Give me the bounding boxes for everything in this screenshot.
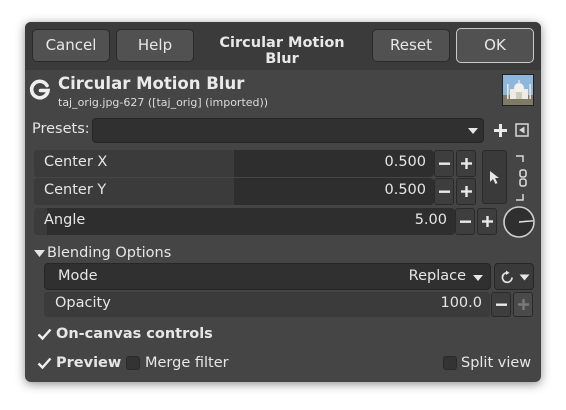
angle-value: 5.00 bbox=[414, 212, 447, 228]
merge-filter-checkbox[interactable] bbox=[126, 356, 140, 370]
center-y-value: 0.500 bbox=[384, 182, 426, 198]
center-y-decrease-button[interactable] bbox=[434, 178, 454, 205]
mode-value: Replace bbox=[408, 268, 466, 284]
mode-combo[interactable]: Mode Replace bbox=[44, 263, 491, 290]
image-thumbnail bbox=[502, 74, 534, 106]
chevron-down-icon bbox=[519, 274, 530, 281]
add-preset-icon[interactable] bbox=[493, 123, 508, 138]
opacity-value: 100.0 bbox=[440, 295, 482, 311]
chevron-down-icon bbox=[468, 128, 478, 134]
on-canvas-label[interactable]: On-canvas controls bbox=[56, 326, 213, 342]
image-subtitle: taj_orig.jpg-627 ([taj_orig] (imported)) bbox=[58, 96, 269, 109]
presets-combo[interactable] bbox=[92, 118, 484, 143]
angle-label: Angle bbox=[44, 212, 86, 228]
ok-button[interactable]: OK bbox=[456, 28, 534, 63]
blending-options-expander[interactable]: Blending Options bbox=[47, 245, 171, 261]
presets-label: Presets: bbox=[32, 121, 90, 137]
dialog-header: Cancel Help Circular Motion Blur Reset O… bbox=[25, 22, 541, 70]
center-x-decrease-button[interactable] bbox=[434, 150, 454, 177]
angle-increase-button[interactable] bbox=[477, 208, 497, 235]
on-canvas-checkbox[interactable] bbox=[37, 328, 52, 341]
center-x-label: Center X bbox=[44, 154, 108, 170]
preview-label[interactable]: Preview bbox=[56, 355, 121, 371]
split-view-checkbox[interactable] bbox=[443, 356, 457, 370]
chain-link-icon[interactable] bbox=[514, 155, 528, 201]
center-x-increase-button[interactable] bbox=[456, 150, 476, 177]
opacity-increase-button[interactable] bbox=[513, 292, 533, 317]
rotate-reset-icon bbox=[501, 270, 513, 284]
pick-center-button[interactable] bbox=[482, 150, 507, 204]
preview-checkbox[interactable] bbox=[37, 357, 52, 370]
chevron-down-icon bbox=[473, 275, 483, 281]
center-x-spinscale[interactable]: Center X 0.500 bbox=[34, 150, 434, 177]
merge-filter-label[interactable]: Merge filter bbox=[145, 355, 229, 371]
opacity-label: Opacity bbox=[55, 295, 111, 311]
angle-decrease-button[interactable] bbox=[455, 208, 475, 235]
help-button[interactable]: Help bbox=[116, 29, 194, 62]
plus-icon bbox=[461, 186, 472, 197]
mode-label: Mode bbox=[58, 268, 98, 284]
reset-button[interactable]: Reset bbox=[372, 29, 450, 62]
plus-icon bbox=[518, 299, 529, 310]
presets-menu-icon[interactable] bbox=[515, 123, 529, 137]
mode-reset-dropdown[interactable] bbox=[494, 263, 534, 290]
split-view-label[interactable]: Split view bbox=[461, 355, 531, 371]
dialog-title: Circular Motion Blur bbox=[219, 35, 345, 67]
arrow-pointer-icon bbox=[490, 171, 499, 184]
center-x-value: 0.500 bbox=[384, 154, 426, 170]
center-y-increase-button[interactable] bbox=[456, 178, 476, 205]
gegl-logo-icon bbox=[29, 79, 51, 100]
tool-title: Circular Motion Blur bbox=[58, 74, 245, 93]
angle-dial-icon[interactable] bbox=[502, 205, 536, 239]
expander-arrow-icon[interactable] bbox=[34, 249, 45, 258]
plus-icon bbox=[482, 216, 493, 227]
opacity-spinscale[interactable]: Opacity 100.0 bbox=[44, 292, 490, 317]
minus-icon bbox=[439, 162, 450, 165]
center-y-spinscale[interactable]: Center Y 0.500 bbox=[34, 178, 434, 205]
minus-icon bbox=[439, 190, 450, 193]
cancel-button[interactable]: Cancel bbox=[32, 29, 110, 62]
taj-thumbnail-icon bbox=[503, 75, 533, 105]
angle-spinscale[interactable]: Angle 5.00 bbox=[34, 208, 455, 235]
minus-icon bbox=[460, 220, 471, 223]
center-y-label: Center Y bbox=[44, 182, 107, 198]
minus-icon bbox=[496, 303, 507, 306]
filter-dialog: Cancel Help Circular Motion Blur Reset O… bbox=[25, 22, 541, 382]
opacity-decrease-button[interactable] bbox=[491, 292, 511, 317]
plus-icon bbox=[461, 158, 472, 169]
